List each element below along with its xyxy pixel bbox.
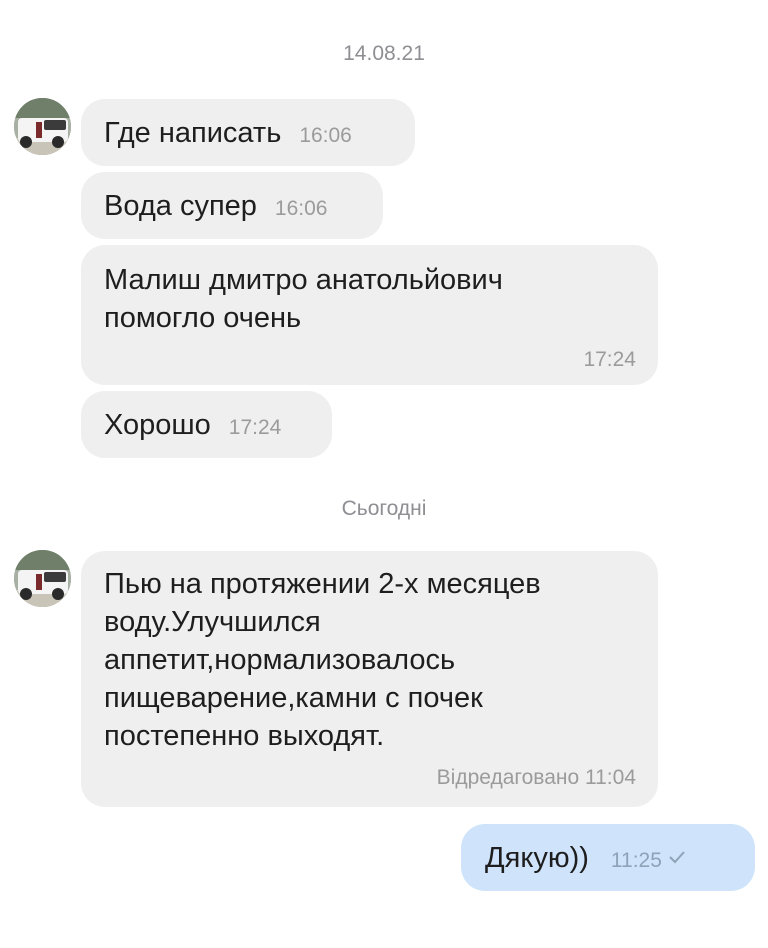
message-time: 17:24 <box>583 348 636 371</box>
message-text-line: аппетит,нормализовалось <box>104 644 456 676</box>
message-time: 16:06 <box>274 197 328 220</box>
message-text: Где написать <box>104 117 282 149</box>
single-check-icon <box>669 851 685 864</box>
message-text: Дякую)) <box>485 842 589 874</box>
message-time: 16:06 <box>299 124 352 147</box>
avatar[interactable] <box>14 98 71 155</box>
date-separator: 14.08.21 <box>343 42 425 65</box>
message-time: 11:25 <box>610 849 662 872</box>
message-text-line: помогло очень <box>104 302 302 334</box>
message-text-line: пищеварение,камни с почек <box>104 682 483 714</box>
message-bubble[interactable]: Малиш дмитро анатольйович помогло очень … <box>81 245 658 385</box>
outgoing-message-bubble[interactable]: Дякую)) 11:25 <box>461 824 755 891</box>
avatar-photo-icon <box>14 98 71 155</box>
message-bubble[interactable]: Хорошо 17:24 <box>81 391 332 458</box>
message-bubble[interactable]: Где написать 16:06 <box>81 99 415 166</box>
message-text: Вода супер <box>104 190 257 222</box>
date-separator: Сьогодні <box>341 497 427 520</box>
message-text: Хорошо <box>104 409 211 441</box>
message-time: Відредаговано 11:04 <box>436 766 636 789</box>
avatar-photo-icon <box>14 550 71 607</box>
message-bubble[interactable]: Вода супер 16:06 <box>81 172 383 239</box>
chat-view: 14.08.21 Где написать 16:06 Вода супер 16:… <box>0 0 768 948</box>
message-text-line: постепенно выходят. <box>104 720 385 752</box>
message-text-line: Малиш дмитро анатольйович <box>104 264 503 296</box>
avatar[interactable] <box>14 550 71 607</box>
message-bubble[interactable]: Пью на протяжении 2-х месяцев воду.Улучш… <box>81 551 658 807</box>
message-text-line: Пью на протяжении 2-х месяцев <box>104 568 541 600</box>
message-time: 17:24 <box>228 416 282 439</box>
message-text-line: воду.Улучшился <box>104 606 321 638</box>
